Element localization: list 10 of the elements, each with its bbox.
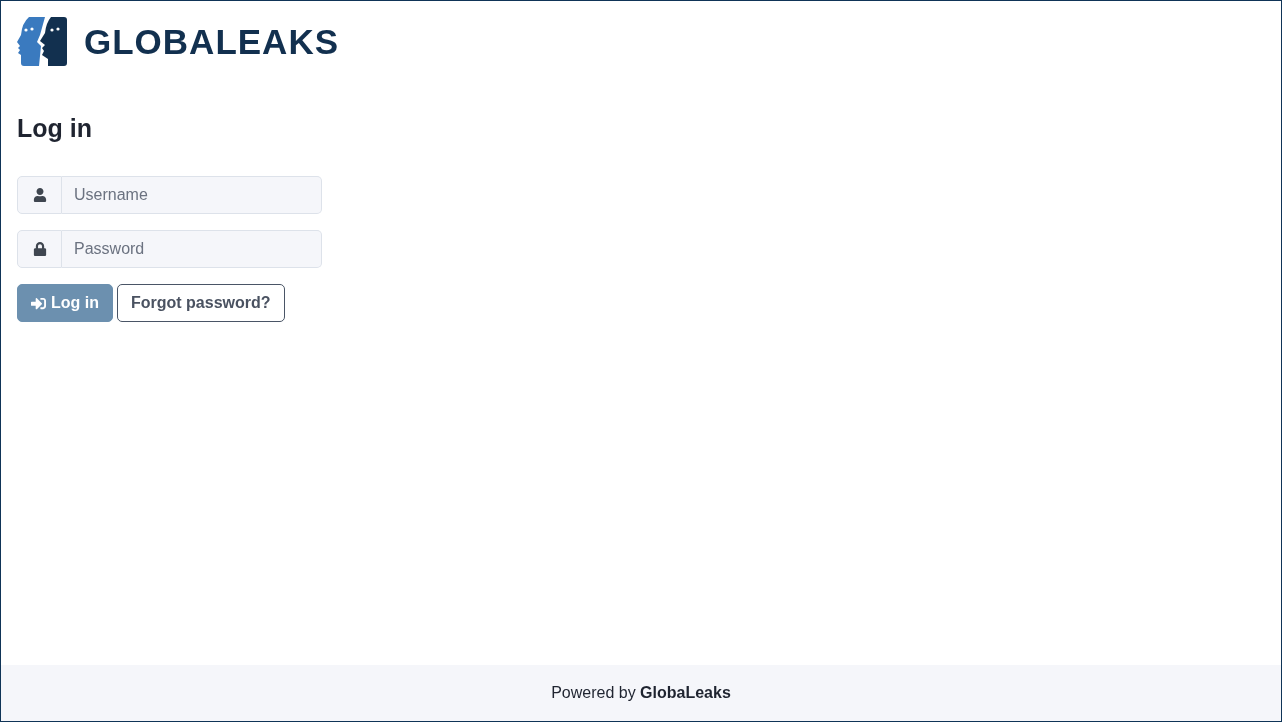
two-faces-logo-icon [17, 17, 67, 66]
lock-icon [32, 242, 47, 256]
powered-by-text: Powered by GlobaLeaks [551, 684, 731, 702]
user-icon [32, 188, 47, 202]
sign-in-icon [31, 295, 46, 311]
page-title: Log in [17, 114, 92, 143]
password-field[interactable]: Password [62, 230, 322, 268]
forgot-password-button[interactable]: Forgot password? [117, 284, 285, 322]
logo-text: GLOBALEAKS [84, 24, 339, 59]
username-field[interactable]: Username [62, 176, 322, 214]
